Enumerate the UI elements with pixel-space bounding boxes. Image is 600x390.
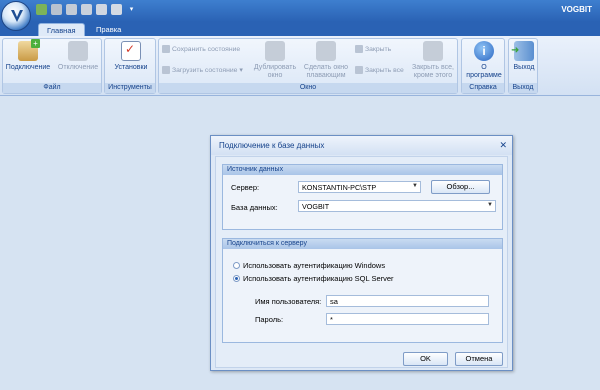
username-field[interactable]: sa (326, 295, 489, 307)
title-bar: ▾ VOGBIT (0, 0, 600, 22)
quick-access-toolbar: ▾ (36, 4, 137, 15)
close-all-button[interactable]: Закрыть все (355, 66, 404, 74)
close-window-label: Закрыть (365, 45, 392, 53)
load-state-button[interactable]: Загрузить состояние ▾ (162, 66, 243, 74)
save-icon (162, 45, 170, 53)
group-exit: ➜ Выход Выход (508, 38, 538, 94)
username-label: Имя пользователя: (255, 297, 322, 306)
connect-section: Подключиться к серверу Использовать ауте… (222, 238, 503, 343)
group-window: Сохранить состояние Загрузить состояние … (158, 38, 458, 94)
load-state-label: Загрузить состояние (172, 66, 238, 74)
auth-windows-label: Использовать аутентификацию Windows (243, 261, 386, 270)
close-all-but-this-label: Закрыть все, кроме этого (412, 64, 454, 79)
save-state-label: Сохранить состояние (172, 45, 241, 53)
settings-button[interactable]: ✓ Установки (107, 41, 155, 72)
database-label: База данных: (231, 203, 278, 212)
datasource-section: Источник данных Сервер: KONSTANTIN-PC\ST… (222, 164, 503, 230)
close-window-button[interactable]: Закрыть (355, 45, 391, 53)
datasource-header: Источник данных (223, 165, 502, 175)
auth-sql-radio[interactable]: Использовать аутентификацию SQL Server (233, 274, 394, 283)
close-all-label: Закрыть все (365, 66, 404, 74)
add-quick-icon[interactable] (96, 4, 107, 15)
disconnect-quick-icon[interactable] (51, 4, 62, 15)
float-window-icon (316, 41, 336, 61)
duplicate-window-button[interactable]: Дублировать окно (251, 41, 299, 80)
customize-quick-access-icon[interactable]: ▾ (126, 4, 137, 15)
tab-edit[interactable]: Правка (88, 23, 129, 36)
close-icon[interactable]: ✕ (499, 140, 507, 151)
database-value: VOGBIT (302, 202, 330, 211)
group-help-label: Справка (462, 83, 504, 93)
settings-label: Установки (114, 64, 148, 71)
ribbon: + Подключение Отключение Файл ✓ Установк… (0, 36, 600, 96)
close-all-but-this-icon (423, 41, 443, 61)
server-value: KONSTANTIN-PC\STP (302, 183, 377, 192)
connect-dialog: Подключение к базе данных ✕ Источник дан… (210, 135, 513, 371)
about-label: О программе (466, 64, 502, 79)
load-icon (162, 66, 170, 74)
group-window-label: Окно (159, 83, 457, 93)
group-file: + Подключение Отключение Файл (2, 38, 102, 94)
exit-door-icon: ➜ (511, 41, 534, 61)
disconnect-icon (68, 41, 88, 61)
group-exit-label: Выход (509, 83, 537, 93)
exit-label: Выход (513, 64, 535, 71)
dialog-title: Подключение к базе данных (211, 136, 512, 155)
dropdown-arrow-icon: ▾ (239, 67, 243, 74)
auth-sql-label: Использовать аутентификацию SQL Server (243, 274, 394, 283)
app-logo-icon (11, 10, 23, 22)
server-combo[interactable]: KONSTANTIN-PC\STP ▼ (298, 181, 421, 193)
layout-quick-icon[interactable] (81, 4, 92, 15)
ribbon-tabs: Главная Правка (0, 22, 600, 36)
group-tools-label: Инструменты (105, 83, 155, 93)
duplicate-window-label: Дублировать окно (253, 64, 297, 79)
connect-quick-icon[interactable] (36, 4, 47, 15)
checklist-icon: ✓ (121, 41, 141, 61)
group-tools: ✓ Установки Инструменты (104, 38, 156, 94)
pages-quick-icon[interactable] (111, 4, 122, 15)
connect-header: Подключиться к серверу (223, 239, 502, 249)
application-menu-button[interactable] (1, 1, 31, 31)
connect-label: Подключение (5, 64, 51, 71)
disconnect-button[interactable]: Отключение (55, 41, 101, 72)
info-icon: i (474, 41, 494, 61)
tab-home[interactable]: Главная (38, 23, 85, 36)
close-all-but-this-button[interactable]: Закрыть все, кроме этого (409, 41, 457, 80)
window-title: VOGBIT (561, 5, 592, 14)
cancel-button[interactable]: Отмена (455, 352, 503, 366)
save-state-button[interactable]: Сохранить состояние (162, 45, 240, 53)
connect-button[interactable]: + Подключение (5, 39, 51, 72)
disconnect-label: Отключение (57, 64, 99, 71)
password-field[interactable]: * (326, 313, 489, 325)
server-label: Сервер: (231, 183, 260, 192)
radio-on-icon (233, 275, 240, 282)
group-file-label: Файл (3, 83, 101, 93)
save-quick-icon[interactable] (66, 4, 77, 15)
float-window-button[interactable]: Сделать окно плавающим (301, 41, 351, 80)
exit-button[interactable]: ➜ Выход (510, 41, 538, 72)
dialog-body: Источник данных Сервер: KONSTANTIN-PC\ST… (215, 156, 508, 368)
close-window-icon (355, 45, 363, 53)
radio-off-icon (233, 262, 240, 269)
auth-windows-radio[interactable]: Использовать аутентификацию Windows (233, 261, 385, 270)
float-window-label: Сделать окно плавающим (303, 64, 349, 79)
database-combo[interactable]: VOGBIT ▼ (298, 200, 496, 212)
password-label: Пароль: (255, 315, 284, 324)
group-help: i О программе Справка (461, 38, 505, 94)
duplicate-window-icon (265, 41, 285, 61)
chevron-down-icon[interactable]: ▼ (412, 183, 418, 189)
connect-icon: + (18, 39, 40, 61)
browse-button[interactable]: Обзор... (431, 180, 490, 194)
ok-button[interactable]: OK (403, 352, 448, 366)
chevron-down-icon[interactable]: ▼ (487, 202, 493, 208)
close-all-icon (355, 66, 363, 74)
about-button[interactable]: i О программе (463, 41, 505, 80)
